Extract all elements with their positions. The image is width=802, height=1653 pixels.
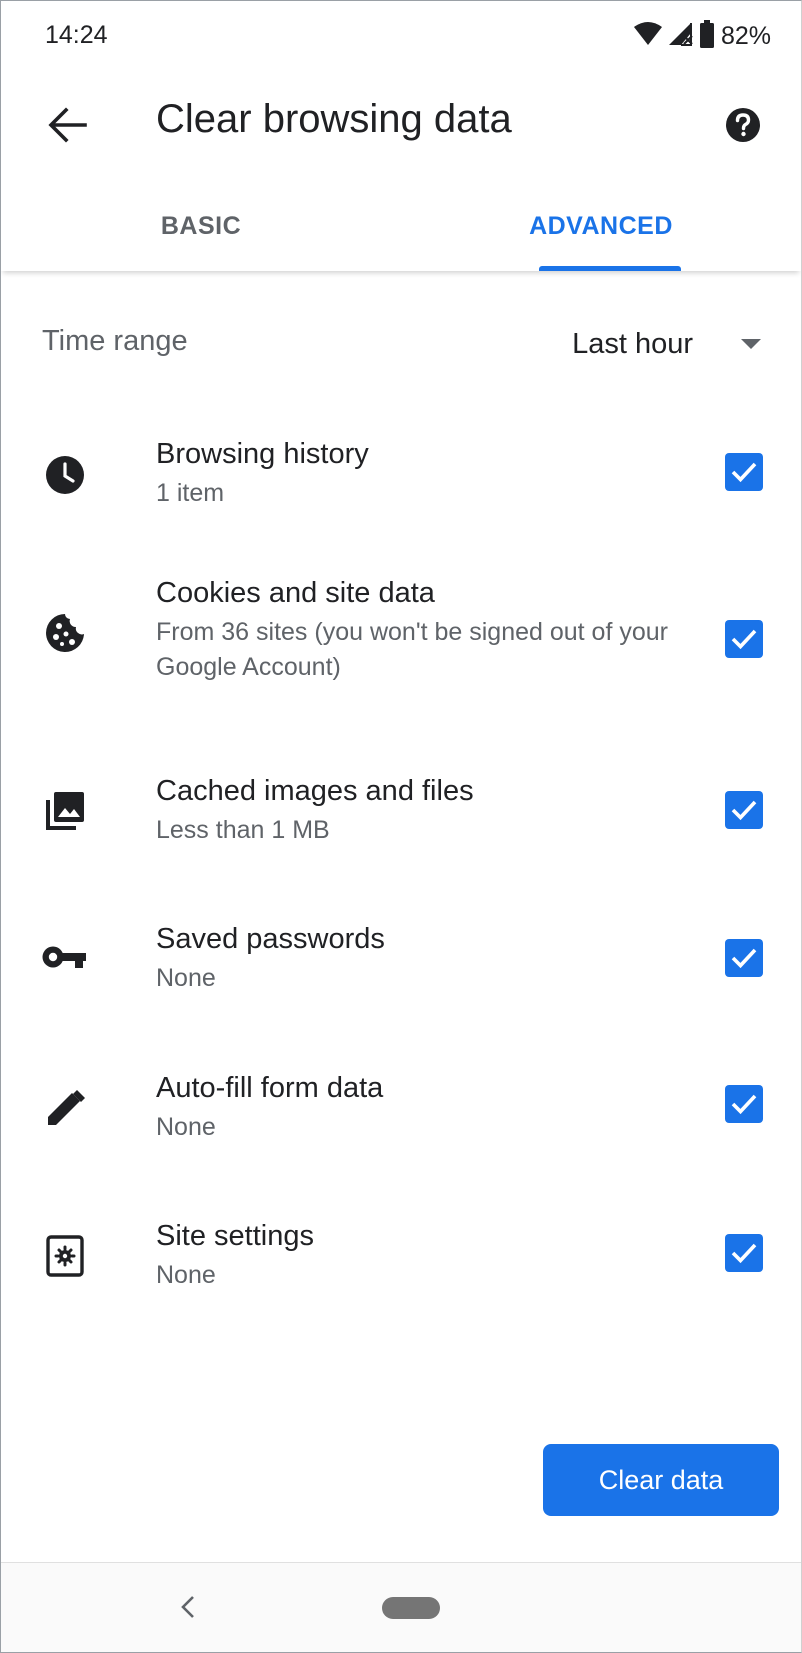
checkbox-autofill-form-data[interactable]: [725, 1085, 763, 1123]
status-time: 14:24: [45, 21, 108, 49]
option-title: Auto-fill form data: [156, 1072, 384, 1104]
option-subtitle: Less than 1 MB: [156, 816, 330, 844]
nav-home-button[interactable]: [382, 1597, 440, 1619]
page-title: Clear browsing data: [156, 97, 512, 141]
option-text: Cached images and files Less than 1 MB: [156, 771, 676, 848]
checkmark-icon: [731, 462, 757, 483]
clock-icon: [41, 451, 89, 499]
option-browsing-history[interactable]: Browsing history 1 item: [1, 431, 801, 521]
option-text: Cookies and site data From 36 sites (you…: [156, 573, 676, 685]
clear-data-button[interactable]: Clear data: [543, 1444, 779, 1516]
key-icon: [41, 933, 89, 981]
option-subtitle: None: [156, 964, 216, 992]
checkmark-icon: [731, 800, 757, 821]
help-button[interactable]: [715, 97, 771, 153]
checkbox-cookies-site-data[interactable]: [725, 620, 763, 658]
option-title: Cached images and files: [156, 775, 474, 807]
tab-advanced[interactable]: ADVANCED: [401, 181, 801, 271]
system-nav-bar: [1, 1563, 801, 1652]
checkbox-browsing-history[interactable]: [725, 453, 763, 491]
pencil-icon: [41, 1084, 89, 1132]
help-icon: [726, 108, 760, 142]
option-text: Auto-fill form data None: [156, 1068, 676, 1145]
option-cached-images[interactable]: Cached images and files Less than 1 MB: [1, 771, 801, 861]
nav-back-button[interactable]: [171, 1587, 205, 1627]
status-icons: 82%: [633, 19, 771, 53]
option-subtitle: From 36 sites (you won't be signed out o…: [156, 618, 668, 681]
tab-basic[interactable]: BASIC: [1, 181, 401, 271]
option-site-settings[interactable]: Site settings None: [1, 1216, 801, 1306]
arrow-back-icon: [48, 107, 87, 143]
battery-percentage: 82%: [720, 21, 771, 50]
option-title: Browsing history: [156, 438, 369, 470]
time-range-value: Last hour: [572, 327, 693, 360]
option-text: Saved passwords None: [156, 919, 676, 996]
option-title: Cookies and site data: [156, 577, 435, 609]
screen: 14:24 82% Clear browsing data BASIC ADVA…: [0, 0, 802, 1653]
time-range-row: Time range Last hour: [1, 301, 801, 391]
wifi-icon: [633, 21, 663, 52]
checkbox-site-settings[interactable]: [725, 1234, 763, 1272]
battery-icon: [699, 19, 715, 53]
option-title: Site settings: [156, 1220, 314, 1252]
option-subtitle: None: [156, 1261, 216, 1289]
checkmark-icon: [731, 1094, 757, 1115]
option-autofill-form-data[interactable]: Auto-fill form data None: [1, 1068, 801, 1158]
cookie-icon: [41, 609, 89, 657]
tab-bar: BASIC ADVANCED: [1, 181, 801, 271]
site-settings-icon: [41, 1232, 89, 1280]
tab-indicator: [539, 266, 681, 271]
status-bar: 14:24 82%: [1, 1, 801, 73]
signal-icon: [667, 21, 695, 52]
checkmark-icon: [731, 629, 757, 650]
option-subtitle: 1 item: [156, 479, 225, 507]
app-bar: Clear browsing data: [1, 73, 801, 193]
dropdown-arrow-icon: [741, 339, 761, 349]
checkbox-cached-images[interactable]: [725, 791, 763, 829]
option-saved-passwords[interactable]: Saved passwords None: [1, 919, 801, 1009]
option-text: Site settings None: [156, 1216, 676, 1293]
back-button[interactable]: [37, 95, 97, 155]
option-text: Browsing history 1 item: [156, 434, 676, 511]
images-icon: [41, 787, 89, 835]
option-cookies-site-data[interactable]: Cookies and site data From 36 sites (you…: [1, 573, 801, 698]
time-range-dropdown[interactable]: Last hour: [572, 313, 761, 375]
option-title: Saved passwords: [156, 923, 385, 955]
checkmark-icon: [731, 948, 757, 969]
chevron-left-icon: [181, 1596, 194, 1618]
checkbox-saved-passwords[interactable]: [725, 939, 763, 977]
option-subtitle: None: [156, 1113, 216, 1141]
checkmark-icon: [731, 1243, 757, 1264]
time-range-label: Time range: [42, 325, 188, 357]
